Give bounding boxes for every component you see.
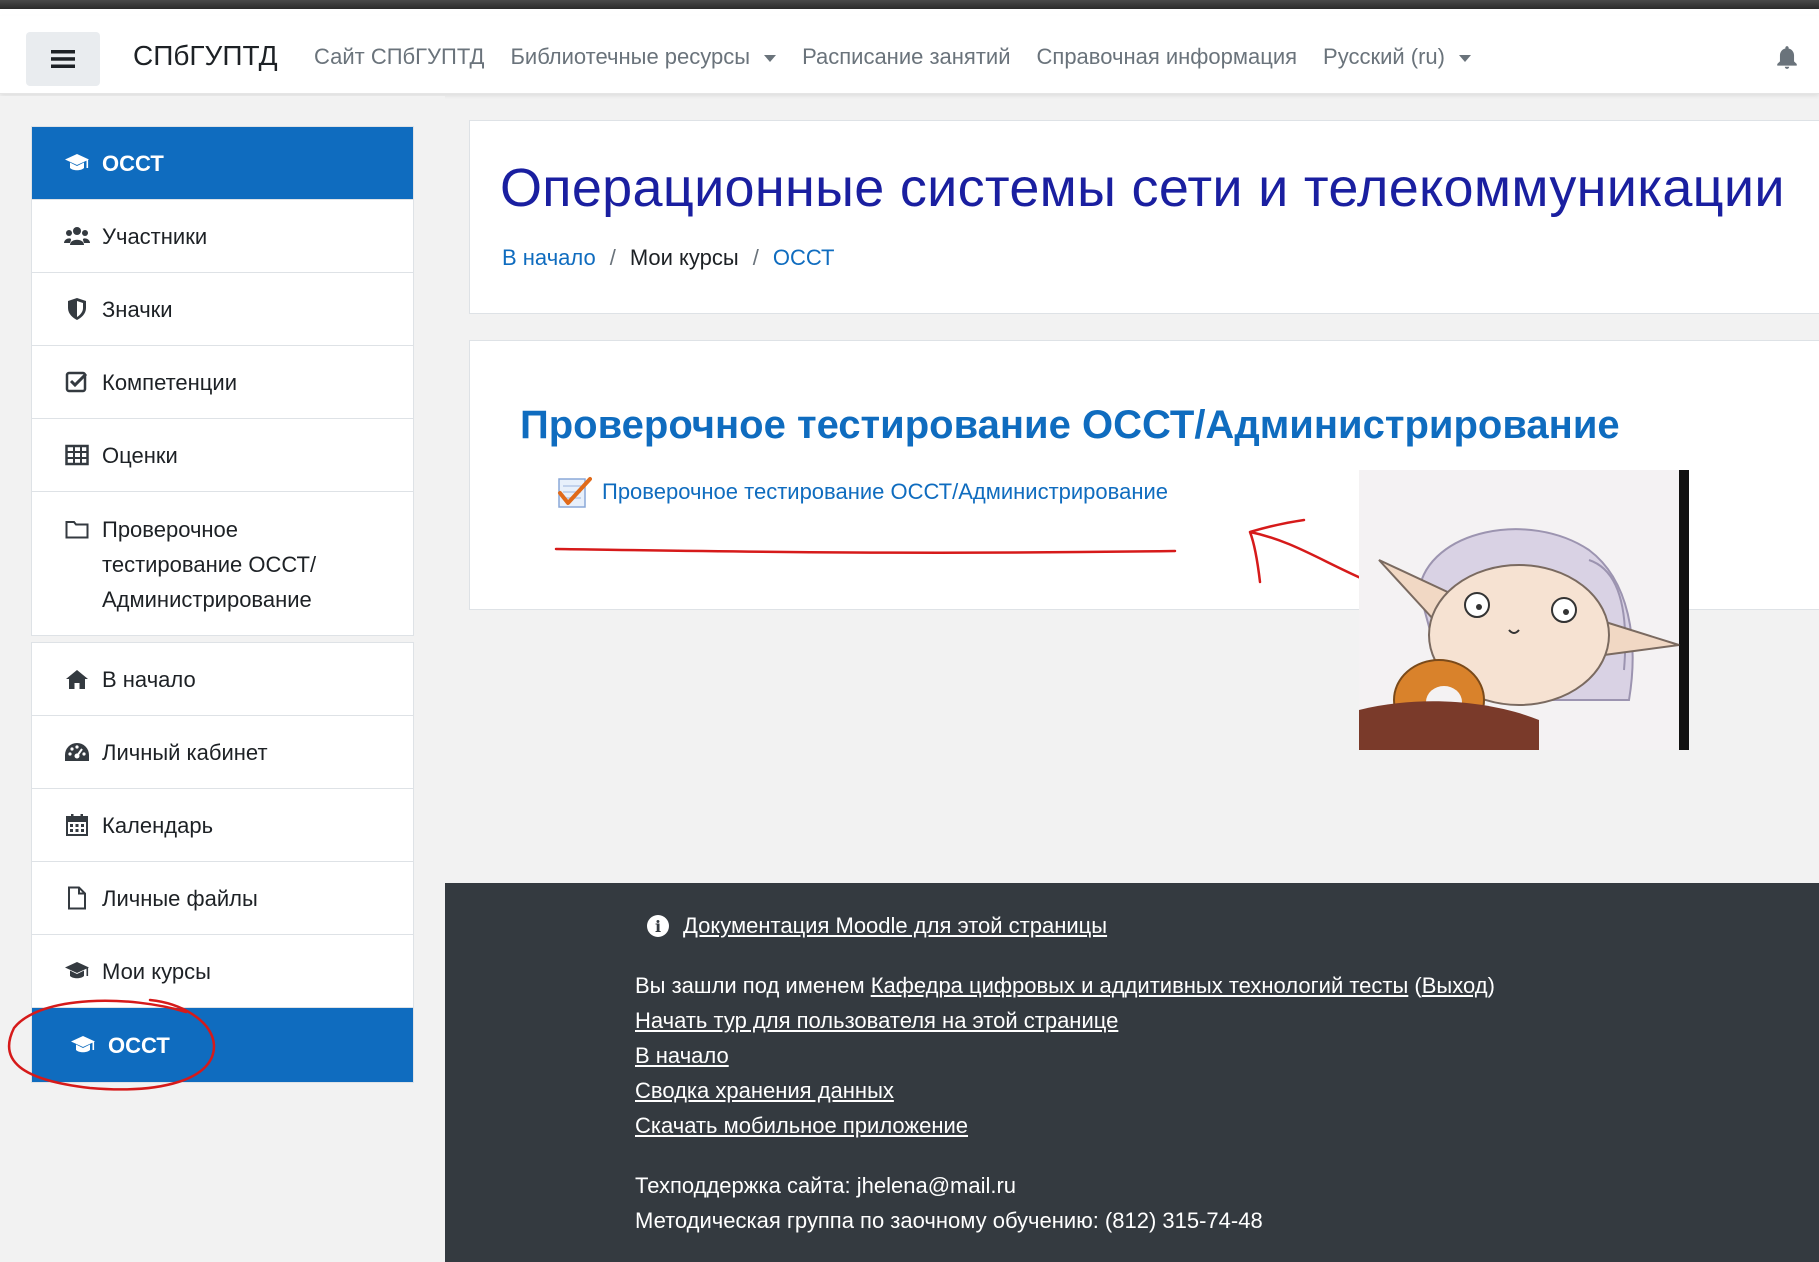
- mobile-app-link[interactable]: Скачать мобильное приложение: [635, 1113, 968, 1139]
- data-retention-link[interactable]: Сводка хранения данных: [635, 1078, 894, 1104]
- annotation-underline: [554, 547, 1177, 554]
- annotation-circle: [7, 998, 216, 1091]
- logged-in-info: Вы зашли под именем Кафедра цифровых и а…: [635, 973, 1495, 998]
- method-group-contact: Методическая группа по заочному обучению…: [635, 1208, 1263, 1233]
- page-footer: i Документация Moodle для этой страницы …: [445, 883, 1819, 1262]
- annotation-arrow: [1248, 518, 1365, 584]
- support-contact: Техподдержка сайта: jhelena@mail.ru: [635, 1173, 1017, 1198]
- info-icon: i: [647, 915, 669, 937]
- moodle-docs-link[interactable]: Документация Moodle для этой страницы: [683, 913, 1107, 939]
- docs-link-row: i Документация Moodle для этой страницы: [647, 913, 1107, 939]
- logout-link[interactable]: Выход: [1422, 973, 1488, 998]
- logged-in-prefix: Вы зашли под именем: [635, 973, 871, 998]
- user-tour-link[interactable]: Начать тур для пользователя на этой стра…: [635, 1008, 1118, 1034]
- footer-home-link[interactable]: В начало: [635, 1043, 729, 1069]
- cartoon-sticker-image: [1359, 470, 1689, 750]
- user-profile-link[interactable]: Кафедра цифровых и аддитивных технологий…: [871, 973, 1409, 998]
